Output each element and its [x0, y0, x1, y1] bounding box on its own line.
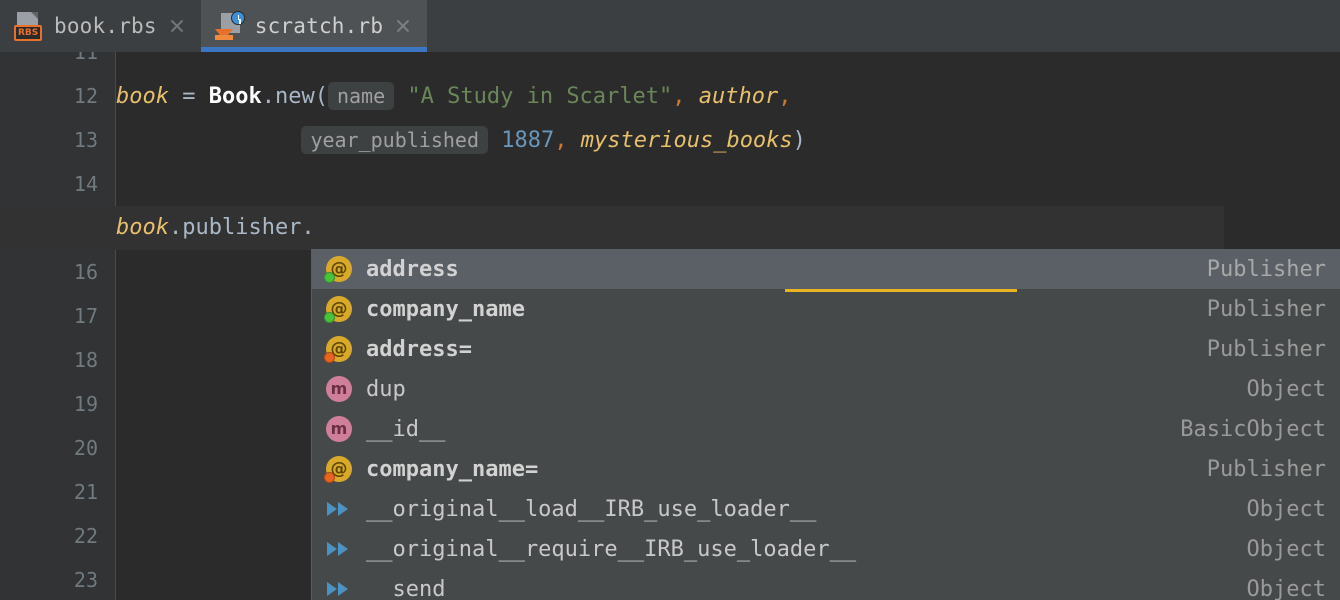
completion-item[interactable]: __original__require__IRB_use_loader__ Obj… [312, 529, 1340, 569]
code-line-13: year_published 1887, mysterious_books) [116, 118, 806, 162]
completion-item-name: dup [366, 376, 406, 402]
code-token: , [672, 84, 686, 109]
code-token: "A Study in Scarlet" [407, 84, 673, 109]
line-number-23: 23 [73, 568, 98, 592]
line-number-11: 11 [73, 52, 98, 64]
code-token: book [116, 84, 169, 109]
completion-item-name: address [366, 256, 459, 282]
setter-dot-icon [324, 352, 335, 363]
completion-item-type: Publisher [1206, 296, 1326, 322]
code-token: book [116, 215, 169, 240]
completion-item[interactable]: @ address Publisher [312, 249, 1340, 289]
getter-dot-icon [324, 312, 335, 323]
attribute-setter-icon: @ [324, 334, 354, 364]
completion-item-type: BasicObject [1180, 416, 1326, 442]
selection-underline-indicator [785, 289, 1017, 292]
completion-item-name: company_name [366, 296, 525, 322]
code-token: ) [792, 128, 806, 153]
attribute-getter-icon: @ [324, 254, 354, 284]
close-icon[interactable] [393, 16, 413, 36]
code-token: = [168, 84, 209, 109]
method-icon: m [324, 374, 354, 404]
completion-item-type: Object [1246, 376, 1326, 402]
code-token: .publisher. [168, 215, 315, 240]
line-number-13: 13 [73, 128, 98, 152]
method-icon: m [324, 414, 354, 444]
attribute-getter-icon: @ [324, 294, 354, 324]
completion-item-name: address= [366, 336, 472, 362]
line-number-12: 12 [73, 84, 98, 108]
completion-item-type: Object [1246, 496, 1326, 522]
ruby-scratch-file-icon [214, 11, 245, 41]
line-number-19: 19 [73, 392, 98, 416]
code-completion-popup[interactable]: @ address Publisher @ company_name Publisher @… [311, 249, 1340, 600]
line-number-16: 16 [73, 260, 98, 284]
completion-item[interactable]: @ company_name= Publisher [312, 449, 1340, 489]
code-token: , [778, 84, 792, 109]
code-token: .new( [261, 84, 328, 109]
rbs-file-icon: RBS [14, 11, 44, 41]
completion-item[interactable]: __send Object [312, 569, 1340, 600]
double-chevron-icon [324, 534, 354, 564]
code-token: Book [208, 84, 262, 109]
completion-item[interactable]: m dup Object [312, 369, 1340, 409]
tab-book-rbs[interactable]: RBS book.rbs [0, 0, 201, 52]
tab-scratch-rb[interactable]: scratch.rb [200, 0, 428, 52]
line-number-14: 14 [73, 172, 98, 196]
completion-item-name: __send [366, 576, 446, 600]
parameter-hint-chip: year_published [301, 126, 489, 154]
completion-item-type: Object [1246, 536, 1326, 562]
completion-item[interactable]: __original__load__IRB_use_loader__ Object [312, 489, 1340, 529]
completion-item[interactable]: @ company_name Publisher [312, 289, 1340, 329]
completion-item-type: Publisher [1206, 256, 1326, 282]
completion-item-type: Publisher [1206, 336, 1326, 362]
completion-item[interactable]: @ address= Publisher [312, 329, 1340, 369]
code-token: mysterious_books [580, 128, 793, 153]
close-icon[interactable] [167, 16, 187, 36]
getter-dot-icon [324, 272, 335, 283]
code-line-12: book = Book.new(name "A Study in Scarlet… [116, 74, 792, 118]
completion-item-type: Object [1246, 576, 1326, 600]
line-number-17: 17 [73, 304, 98, 328]
completion-item-name: __original__require__IRB_use_loader__ [366, 536, 857, 562]
line-number-18: 18 [73, 348, 98, 372]
completion-item[interactable]: m __id__ BasicObject [312, 409, 1340, 449]
code-line-15: book.publisher. [116, 206, 315, 250]
double-chevron-icon [324, 574, 354, 600]
line-number-21: 21 [73, 480, 98, 504]
code-token: 1887 [501, 128, 555, 153]
setter-dot-icon [324, 472, 335, 483]
double-chevron-icon [324, 494, 354, 524]
line-number-gutter[interactable]: 11121314151617181920212223 [0, 52, 115, 600]
code-token: author [698, 84, 779, 109]
parameter-hint-chip: name [327, 82, 395, 110]
line-number-20: 20 [73, 436, 98, 460]
tab-label: book.rbs [54, 14, 157, 38]
completion-item-name: __original__load__IRB_use_loader__ [366, 496, 817, 522]
completion-item-name: __id__ [366, 416, 446, 442]
attribute-setter-icon: @ [324, 454, 354, 484]
completion-item-type: Publisher [1206, 456, 1326, 482]
completion-item-name: company_name= [366, 456, 539, 482]
line-number-22: 22 [73, 524, 98, 548]
code-token: , [554, 128, 568, 153]
editor-tab-bar: RBS book.rbs scratch.rb [0, 0, 1340, 52]
rbs-badge-label: RBS [14, 25, 43, 41]
tab-label: scratch.rb [254, 14, 384, 38]
